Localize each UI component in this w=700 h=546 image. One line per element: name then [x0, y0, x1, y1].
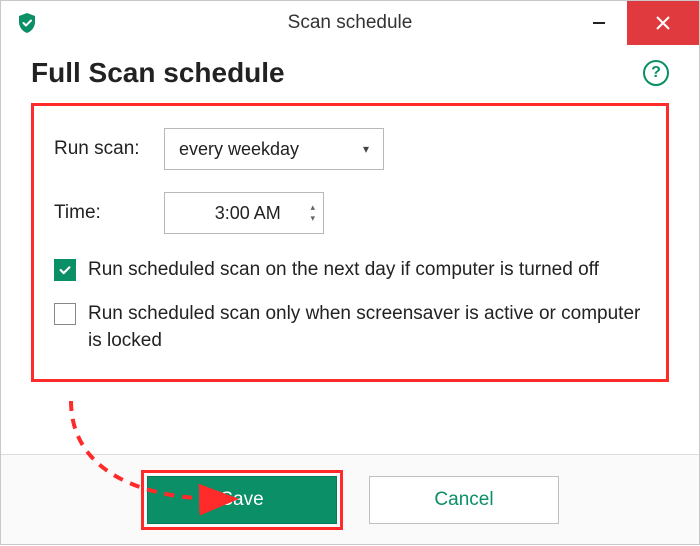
dialog-footer: Save Cancel [1, 454, 699, 544]
save-button-highlight: Save [141, 470, 343, 530]
time-down-icon[interactable]: ▾ [310, 214, 315, 223]
titlebar: Scan schedule [1, 1, 699, 45]
app-shield-icon [13, 9, 41, 37]
help-icon[interactable]: ? [643, 60, 669, 86]
checkbox-next-day-label: Run scheduled scan on the next day if co… [88, 256, 599, 284]
checkbox-screensaver[interactable] [54, 303, 76, 325]
save-button[interactable]: Save [147, 476, 337, 524]
time-label: Time: [54, 202, 164, 224]
time-value: 3:00 AM [185, 203, 310, 224]
content-area: Full Scan schedule ? Run scan: every wee… [1, 45, 699, 454]
time-up-icon[interactable]: ▴ [310, 203, 315, 212]
checkbox-screensaver-label: Run scheduled scan only when screensaver… [88, 300, 646, 355]
time-stepper[interactable]: 3:00 AM ▴ ▾ [164, 192, 324, 234]
close-button[interactable] [627, 1, 699, 45]
scan-schedule-window: Scan schedule Full Scan schedule ? Run s… [0, 0, 700, 545]
run-scan-label: Run scan: [54, 138, 164, 160]
schedule-form-highlight: Run scan: every weekday ▾ Time: 3:00 AM … [31, 103, 669, 382]
run-scan-dropdown[interactable]: every weekday ▾ [164, 128, 384, 170]
minimize-button[interactable] [571, 1, 627, 45]
cancel-button[interactable]: Cancel [369, 476, 559, 524]
window-controls [571, 1, 699, 45]
run-scan-value: every weekday [179, 139, 299, 160]
chevron-down-icon: ▾ [363, 142, 369, 156]
checkbox-next-day[interactable] [54, 259, 76, 281]
page-title: Full Scan schedule [31, 57, 285, 89]
time-spinner: ▴ ▾ [310, 203, 315, 223]
